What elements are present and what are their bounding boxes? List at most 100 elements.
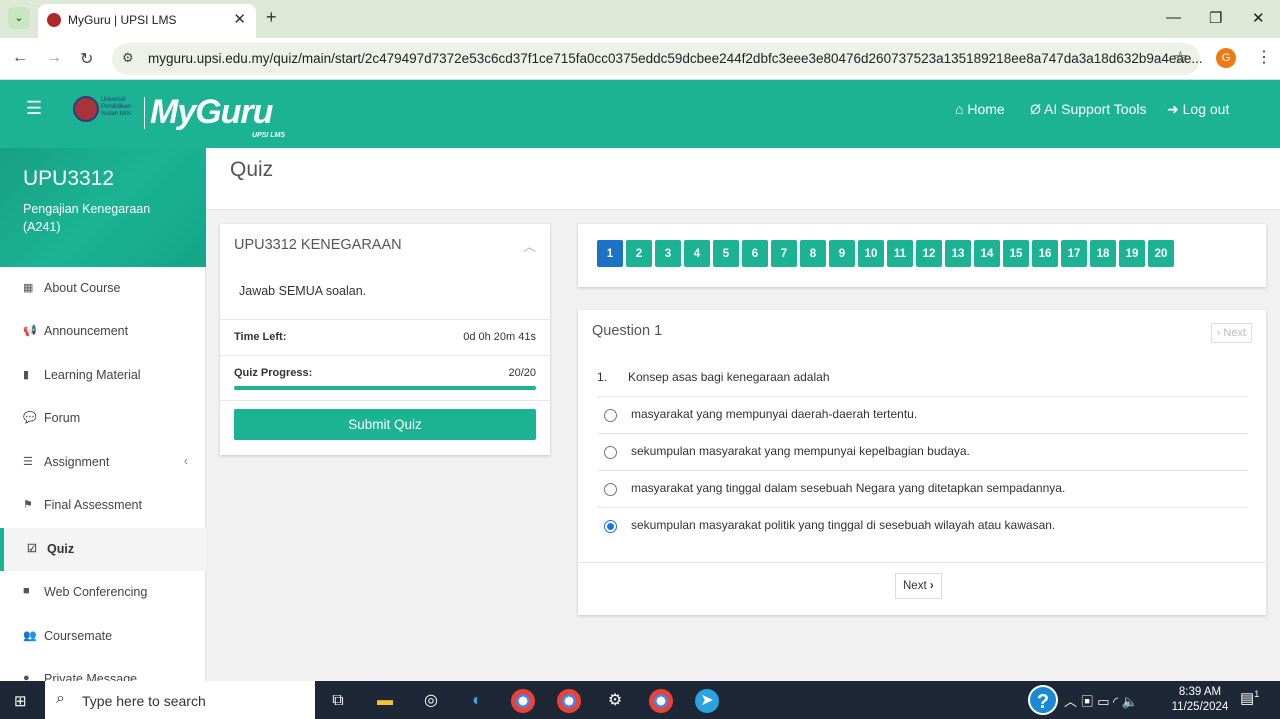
radio-button[interactable]: [604, 446, 617, 459]
close-tab-icon[interactable]: ✕: [233, 10, 246, 28]
sidebar-item-learning-material[interactable]: ▮ Learning Material: [0, 354, 206, 397]
nav-home-label: Home: [967, 101, 1005, 117]
close-window-button[interactable]: ✕: [1252, 9, 1265, 27]
question-page-10[interactable]: 10: [858, 240, 884, 267]
question-page-1[interactable]: 1: [597, 240, 623, 267]
clock-date: 11/25/2024: [1171, 701, 1229, 713]
nav-home[interactable]: ⌂ Home: [955, 101, 1005, 117]
flag-icon: ⚑: [23, 499, 33, 511]
chrome-icon[interactable]: [511, 689, 535, 713]
option-text: sekumpulan masyarakat politik yang tingg…: [631, 518, 1056, 532]
divider: [578, 562, 1266, 563]
progress-label: Quiz Progress:: [234, 367, 313, 379]
settings-gear-icon[interactable]: ⚙: [603, 689, 627, 713]
windows-taskbar: ⊞ ⌕ Type here to search ⧉ ▬ ◎ ◐ ⚙ ➤ ? ︿ …: [0, 681, 1280, 719]
option-text: masyarakat yang tinggal dalam sesebuah N…: [631, 481, 1066, 495]
sidebar-item-label: Announcement: [44, 324, 129, 338]
chrome-icon-active[interactable]: [557, 689, 581, 713]
question-page-9[interactable]: 9: [829, 240, 855, 267]
next-button[interactable]: Next ›: [895, 573, 942, 599]
question-page-6[interactable]: 6: [742, 240, 768, 267]
video-icon: ■: [23, 585, 30, 597]
question-text: 1. Konsep asas bagi kenegaraan adalah: [597, 370, 830, 384]
profile-avatar[interactable]: G: [1216, 48, 1236, 68]
minimize-button[interactable]: —: [1166, 9, 1181, 26]
app-icon[interactable]: ◎: [419, 689, 443, 713]
time-left-value: 0d 0h 20m 41s: [463, 331, 536, 343]
help-icon[interactable]: ?: [1028, 685, 1058, 715]
radio-button[interactable]: [604, 409, 617, 422]
task-view-icon[interactable]: ⧉: [326, 689, 350, 713]
url-input[interactable]: ⚙ myguru.upsi.edu.my/quiz/main/start/2c4…: [112, 43, 1203, 75]
question-page-20[interactable]: 20: [1148, 240, 1174, 267]
sidebar-item-assignment[interactable]: ☰ Assignment ‹: [0, 441, 206, 484]
check-square-icon: ☑: [27, 543, 37, 555]
next-button-top[interactable]: › Next: [1210, 323, 1252, 343]
browser-tab[interactable]: MyGuru | UPSI LMS ✕: [38, 4, 256, 38]
collapse-chevron-up-icon[interactable]: ︿: [523, 236, 536, 255]
answer-option[interactable]: sekumpulan masyarakat yang mempunyai kep…: [597, 433, 1248, 470]
question-page-8[interactable]: 8: [800, 240, 826, 267]
clock[interactable]: 8:39 AM 11/25/2024: [1170, 685, 1230, 715]
reload-icon[interactable]: ↻: [80, 49, 93, 69]
back-icon[interactable]: ←: [12, 49, 28, 67]
answer-option[interactable]: sekumpulan masyarakat politik yang tingg…: [597, 507, 1248, 544]
chevron-right-icon: ›: [929, 580, 934, 592]
new-tab-button[interactable]: +: [266, 7, 277, 28]
question-page-13[interactable]: 13: [945, 240, 971, 267]
hamburger-menu-icon[interactable]: ☰: [26, 98, 42, 119]
logout-icon: ➜: [1167, 101, 1179, 117]
sidebar: UPU3312 Pengajian Kenegaraan (A241) ▦ Abo…: [0, 148, 206, 686]
sidebar-item-web-conferencing[interactable]: ■ Web Conferencing: [0, 571, 206, 614]
home-icon: ⌂: [955, 101, 964, 117]
forward-icon[interactable]: →: [46, 49, 62, 67]
site-info-icon[interactable]: ⚙: [122, 50, 134, 66]
radio-button[interactable]: [604, 483, 617, 496]
sidebar-item-announcement[interactable]: 📢 Announcement: [0, 310, 206, 353]
question-page-4[interactable]: 4: [684, 240, 710, 267]
question-page-15[interactable]: 15: [1003, 240, 1029, 267]
question-page-18[interactable]: 18: [1090, 240, 1116, 267]
question-page-17[interactable]: 17: [1061, 240, 1087, 267]
telegram-icon[interactable]: ➤: [695, 689, 719, 713]
taskbar-search-input[interactable]: ⌕ Type here to search: [45, 681, 315, 719]
chrome-icon[interactable]: [649, 689, 673, 713]
chevron-right-icon: ›: [1216, 327, 1221, 339]
question-page-12[interactable]: 12: [916, 240, 942, 267]
question-page-16[interactable]: 16: [1032, 240, 1058, 267]
windows-start-icon[interactable]: ⊞: [14, 692, 27, 710]
myguru-logo[interactable]: MyGuru: [150, 93, 273, 132]
sidebar-item-about-course[interactable]: ▦ About Course: [0, 267, 206, 310]
nav-ai-support-tools[interactable]: Ø AI Support Tools: [1030, 101, 1147, 117]
question-page-2[interactable]: 2: [626, 240, 652, 267]
question-page-7[interactable]: 7: [771, 240, 797, 267]
radio-button[interactable]: [604, 520, 617, 533]
file-explorer-icon[interactable]: ▬: [373, 689, 397, 713]
site-header: ☰ Universiti Pendidikan Sultan Idris MyG…: [0, 80, 1280, 148]
question-page-3[interactable]: 3: [655, 240, 681, 267]
submit-quiz-button[interactable]: Submit Quiz: [234, 409, 536, 440]
question-page-19[interactable]: 19: [1119, 240, 1145, 267]
nav-logout[interactable]: ➜ Log out: [1167, 101, 1229, 118]
tab-search-button[interactable]: ⌄: [8, 7, 30, 29]
answer-option[interactable]: masyarakat yang tinggal dalam sesebuah N…: [597, 470, 1248, 507]
notification-icon[interactable]: ▤1: [1240, 689, 1259, 707]
sidebar-item-coursemate[interactable]: 👥 Coursemate: [0, 615, 206, 658]
progress-value: 20/20: [508, 367, 536, 379]
notification-count: 1: [1254, 689, 1260, 699]
restore-button[interactable]: ❐: [1209, 9, 1222, 27]
question-page-11[interactable]: 11: [887, 240, 913, 267]
answer-option[interactable]: masyarakat yang mempunyai daerah-daerah …: [597, 396, 1248, 433]
question-page-5[interactable]: 5: [713, 240, 739, 267]
sidebar-item-quiz[interactable]: ☑ Quiz: [0, 528, 206, 571]
sidebar-item-final-assessment[interactable]: ⚑ Final Assessment: [0, 484, 206, 527]
question-pager-card: 1 2 3 4 5 6 7 8 9 10 11 12 13 14 15 16 17 18 19 20: [578, 224, 1266, 287]
comments-icon: 💬: [23, 412, 37, 424]
browser-menu-icon[interactable]: ⋮: [1256, 47, 1272, 67]
question-page-14[interactable]: 14: [974, 240, 1000, 267]
sidebar-item-forum[interactable]: 💬 Forum: [0, 397, 206, 440]
tray-icons[interactable]: ︿ ▣ ▭ ◜ 🔈: [1064, 691, 1138, 710]
edge-icon[interactable]: ◐: [465, 689, 489, 713]
bookmark-star-icon[interactable]: ☆: [1173, 48, 1188, 68]
sidebar-item-label: Final Assessment: [44, 498, 142, 512]
